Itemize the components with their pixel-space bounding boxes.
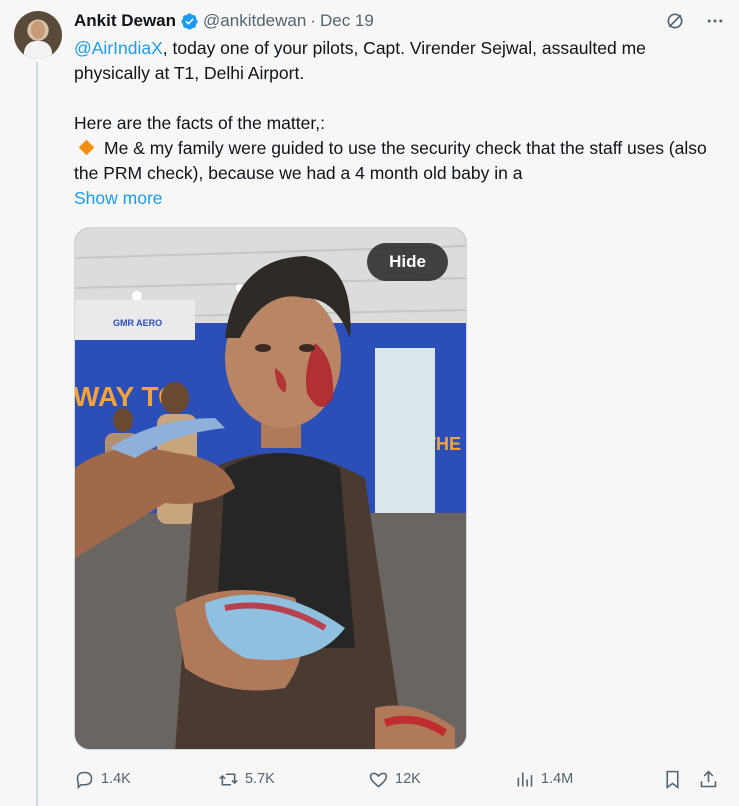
show-more-link[interactable]: Show more [74, 186, 163, 211]
views-button[interactable]: 1.4M [514, 769, 573, 790]
orange-diamond-icon [78, 139, 95, 156]
grok-icon[interactable] [664, 10, 686, 32]
views-icon [517, 772, 533, 786]
tweet-text: @AirIndiaX, today one of your pilots, Ca… [74, 36, 726, 186]
tweet-bullet-text: Me & my family were guided to use the se… [74, 138, 707, 183]
bookmark-button[interactable] [662, 769, 683, 790]
thread-line [36, 62, 38, 806]
reply-button[interactable]: 1.4K [74, 769, 131, 790]
like-count: 12K [395, 771, 421, 787]
bookmark-icon [666, 770, 679, 789]
tweet-line-2: Here are the facts of the matter,: [74, 113, 325, 133]
tweet-media-photo[interactable]: GMR AERO WAY TO THE GA [74, 227, 467, 750]
like-button[interactable]: 12K [368, 769, 421, 790]
avatar[interactable] [14, 11, 62, 59]
author-name[interactable]: Ankit Dewan [74, 11, 176, 31]
tweet[interactable]: Ankit Dewan @ankitdewan · Dec 19 @AirInd… [0, 0, 739, 806]
tweet-header: Ankit Dewan @ankitdewan · Dec 19 [74, 8, 726, 34]
hide-media-button[interactable]: Hide [367, 243, 448, 281]
repost-button[interactable]: 5.7K [218, 769, 275, 790]
photo-illustration: GMR AERO WAY TO THE GA [75, 228, 466, 749]
header-separator: · [310, 11, 316, 30]
like-icon [369, 772, 388, 787]
share-button[interactable] [698, 769, 719, 790]
reply-count: 1.4K [101, 771, 131, 787]
reply-icon [76, 771, 93, 789]
verified-badge-icon[interactable] [180, 12, 199, 31]
author-handle[interactable]: @ankitdewan [203, 11, 306, 31]
more-icon[interactable] [704, 10, 726, 32]
tweet-date[interactable]: Dec 19 [320, 11, 374, 31]
repost-count: 5.7K [245, 771, 275, 787]
header-actions [664, 10, 726, 32]
tweet-content: Ankit Dewan @ankitdewan · Dec 19 @AirInd… [74, 8, 726, 211]
views-count: 1.4M [541, 771, 574, 787]
share-icon [700, 770, 717, 787]
tweet-actions: 1.4K 5.7K 12K 1.4M [74, 765, 726, 793]
repost-icon [219, 772, 238, 786]
mention-link[interactable]: @AirIndiaX [74, 38, 163, 58]
airport-logo: GMR AERO [113, 318, 162, 328]
